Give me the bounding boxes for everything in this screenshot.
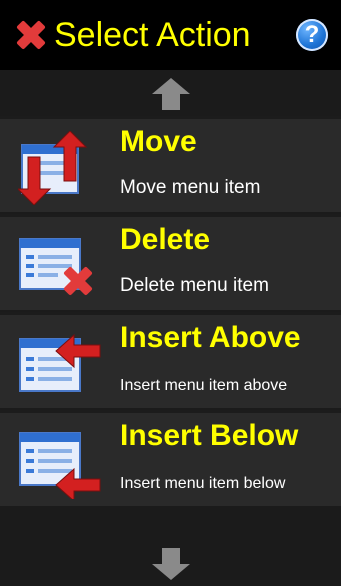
action-description: Insert menu item above xyxy=(120,377,288,394)
action-move[interactable]: Move Move menu item xyxy=(0,116,341,212)
arrow-up-icon xyxy=(152,78,190,110)
insert-above-icon xyxy=(19,333,101,392)
action-label: Move xyxy=(120,125,197,158)
action-description: Insert menu item below xyxy=(120,475,286,492)
action-description: Delete menu item xyxy=(120,275,269,296)
help-icon: ? xyxy=(304,21,320,48)
action-label: Insert Above xyxy=(120,321,301,354)
scroll-down-button[interactable] xyxy=(0,540,341,586)
dialog-title: Select Action xyxy=(54,16,251,54)
action-insert-above[interactable]: Insert Above Insert menu item above xyxy=(0,312,341,408)
action-label: Delete xyxy=(120,223,211,256)
dialog-header: Select Action ? xyxy=(0,0,341,70)
action-description: Move menu item xyxy=(120,177,261,198)
arrow-down-icon xyxy=(152,548,190,580)
move-icon xyxy=(18,131,88,205)
action-label: Insert Below xyxy=(120,419,299,452)
scroll-up-button[interactable] xyxy=(0,70,341,116)
insert-below-icon xyxy=(19,432,101,499)
close-icon[interactable] xyxy=(14,18,48,52)
help-button[interactable]: ? xyxy=(296,19,328,51)
action-delete[interactable]: Delete Delete menu item xyxy=(0,214,341,310)
delete-icon xyxy=(19,238,93,296)
action-insert-below[interactable]: Insert Below Insert menu item below xyxy=(0,410,341,506)
